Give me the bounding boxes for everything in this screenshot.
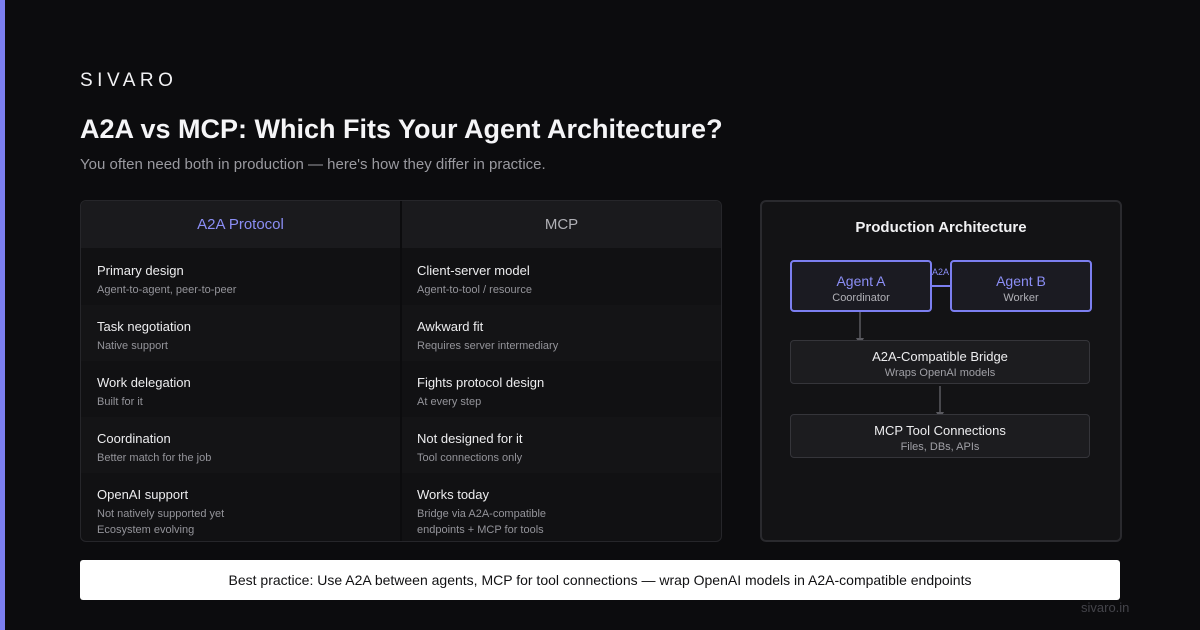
- agent-a-node: Agent A Coordinator: [790, 260, 932, 312]
- cell-desc: Built for it: [97, 396, 143, 408]
- page-title: A2A vs MCP: Which Fits Your Agent Archit…: [80, 114, 723, 144]
- architecture-panel: Production Architecture Agent A Coordina…: [760, 200, 1122, 542]
- mcp-tools-node: MCP Tool Connections Files, DBs, APIs: [790, 414, 1090, 458]
- brand-logo: SIVARO: [80, 70, 178, 91]
- cell-desc: Tool connections only: [417, 452, 523, 464]
- cell-title: Client-server model: [417, 263, 530, 278]
- cell-desc-line: Not natively supported yet: [97, 508, 225, 520]
- cell-desc-line: endpoints + MCP for tools: [417, 524, 544, 536]
- cell-title: Awkward fit: [417, 319, 484, 334]
- cell-mcp: Client-server model Agent-to-tool / reso…: [401, 249, 721, 298]
- cell-desc-line: Ecosystem evolving: [97, 524, 195, 536]
- agent-b-node: Agent B Worker: [950, 260, 1092, 312]
- cell-a2a: Task negotiation Native support: [81, 305, 401, 354]
- header-a2a: A2A Protocol: [81, 201, 400, 248]
- a2a-link-label: A2A: [932, 267, 950, 277]
- cell-title: Primary design: [97, 263, 184, 278]
- bridge-desc: Wraps OpenAI models: [884, 367, 996, 379]
- best-practice-banner: Best practice: Use A2A between agents, M…: [80, 560, 1120, 600]
- cell-desc-line: Bridge via A2A-compatible: [417, 508, 547, 520]
- accent-bar: [0, 0, 5, 630]
- cell-desc: Native support: [97, 340, 168, 352]
- cell-desc: Agent-to-agent, peer-to-peer: [97, 284, 237, 296]
- header-mcp: MCP: [402, 201, 721, 248]
- comparison-table: A2A Protocol MCP Primary design Agent-to…: [80, 200, 722, 542]
- cell-a2a: OpenAI support Not natively supported ye…: [81, 473, 401, 538]
- column-divider: [400, 201, 402, 541]
- cell-title: Works today: [417, 487, 490, 502]
- cell-mcp: Fights protocol design At every step: [401, 361, 721, 410]
- cell-mcp: Works today Bridge via A2A-compatible en…: [401, 473, 721, 538]
- cell-mcp: Awkward fit Requires server intermediary: [401, 305, 721, 354]
- cell-a2a: Coordination Better match for the job: [81, 417, 401, 466]
- footer-url: sivaro.in: [1081, 600, 1130, 615]
- cell-desc: Agent-to-tool / resource: [417, 284, 532, 296]
- cell-title: Task negotiation: [97, 319, 191, 334]
- page-subtitle: You often need both in production — here…: [80, 156, 546, 173]
- cell-mcp: Not designed for it Tool connections onl…: [401, 417, 721, 466]
- agent-b-name: Agent B: [996, 273, 1046, 289]
- agent-b-role: Worker: [1003, 292, 1039, 304]
- cell-a2a: Work delegation Built for it: [81, 361, 401, 410]
- cell-title: Work delegation: [97, 375, 191, 390]
- cell-title: Not designed for it: [417, 431, 523, 446]
- agent-a-role: Coordinator: [832, 292, 890, 304]
- mcp-tools-name: MCP Tool Connections: [874, 423, 1006, 438]
- cell-a2a: Primary design Agent-to-agent, peer-to-p…: [81, 249, 401, 298]
- agent-a-name: Agent A: [836, 273, 886, 289]
- bridge-name: A2A-Compatible Bridge: [872, 349, 1008, 364]
- mcp-tools-desc: Files, DBs, APIs: [900, 441, 980, 453]
- cell-desc: Better match for the job: [97, 452, 212, 464]
- cell-title: OpenAI support: [97, 487, 189, 502]
- cell-title: Fights protocol design: [417, 375, 545, 390]
- cell-desc: Requires server intermediary: [417, 340, 559, 352]
- cell-title: Coordination: [97, 431, 171, 446]
- bridge-node: A2A-Compatible Bridge Wraps OpenAI model…: [790, 340, 1090, 384]
- cell-desc: Bridge via A2A-compatible endpoints + MC…: [417, 506, 721, 538]
- cell-desc: At every step: [417, 396, 482, 408]
- cell-desc: Not natively supported yet Ecosystem evo…: [97, 506, 401, 538]
